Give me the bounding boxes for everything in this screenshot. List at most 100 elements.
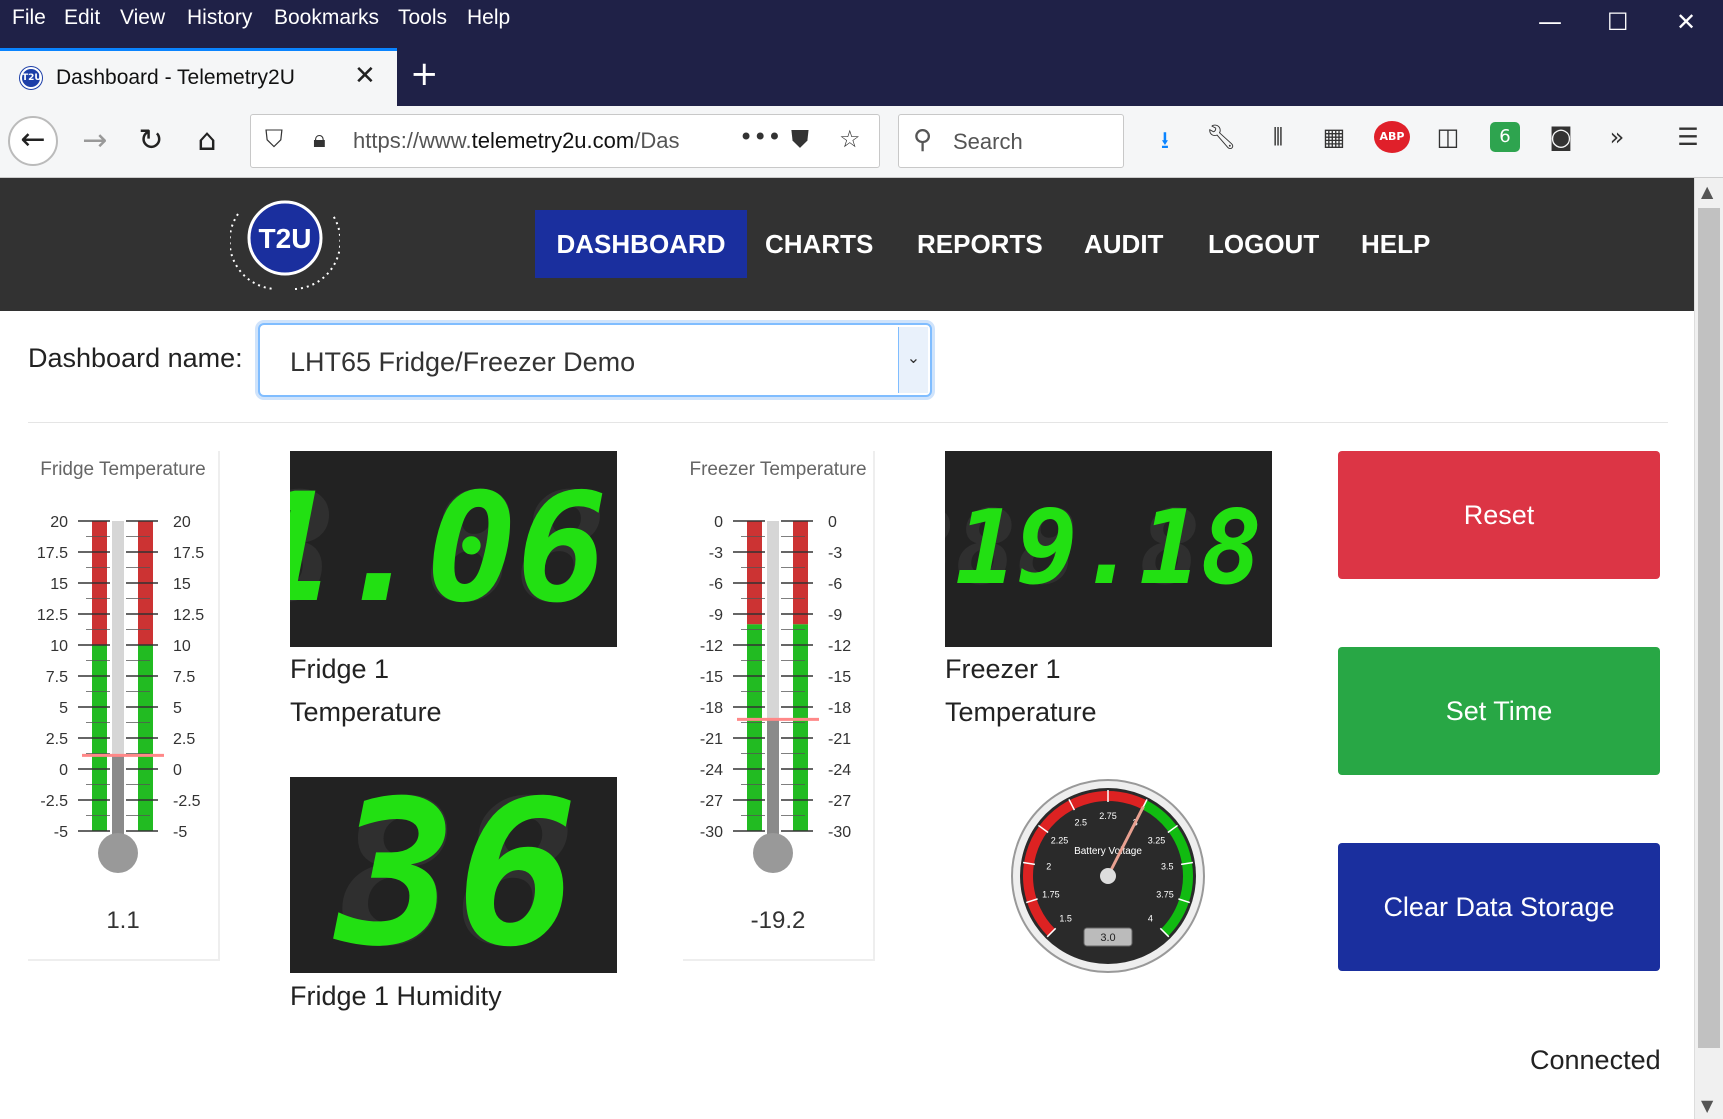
tick-label-left: 12.5 bbox=[37, 607, 68, 624]
menu-bookmarks[interactable]: Bookmarks bbox=[274, 6, 379, 30]
freezer-temperature-label-line1: Freezer 1 bbox=[945, 654, 1061, 684]
extension-badge-icon[interactable]: 6 bbox=[1490, 122, 1520, 152]
tab-dashboard[interactable]: T2U Dashboard - Telemetry2U ✕ bbox=[0, 48, 397, 106]
nav-dashboard[interactable]: DASHBOARD bbox=[535, 210, 747, 278]
menu-view[interactable]: View bbox=[120, 6, 165, 30]
shield-icon[interactable]: ⛉ bbox=[265, 125, 283, 153]
page-scrollbar[interactable]: ▲ ▼ bbox=[1694, 178, 1723, 1119]
tick-label-right: 20 bbox=[173, 514, 191, 531]
container-icon[interactable]: ◙ bbox=[1543, 123, 1579, 151]
tick-label-right: 12.5 bbox=[173, 607, 204, 624]
menu-tools[interactable]: Tools bbox=[398, 6, 447, 30]
lock-icon[interactable]: 🔒︎ bbox=[313, 125, 326, 153]
tick-label-right: -2.5 bbox=[173, 793, 201, 810]
thermometer-bulb bbox=[98, 833, 138, 873]
tick-label-left: 20 bbox=[50, 514, 68, 531]
menu-history[interactable]: History bbox=[187, 6, 252, 30]
tick-label-left: 0 bbox=[59, 762, 68, 779]
tick-label-right: -27 bbox=[828, 793, 851, 810]
nav-help[interactable]: HELP bbox=[1343, 210, 1448, 278]
tick-label-right: 0 bbox=[173, 762, 182, 779]
adblock-icon[interactable]: ABP bbox=[1374, 121, 1410, 153]
telemetry2u-logo[interactable]: T2U bbox=[230, 194, 340, 294]
tick-label-right: 5 bbox=[173, 700, 182, 717]
tick-label-left: -9 bbox=[709, 607, 723, 624]
search-icon: ⚲ bbox=[913, 125, 933, 155]
tick-label-right: -5 bbox=[173, 824, 187, 841]
connection-status: Connected bbox=[1530, 1045, 1661, 1075]
gauge-readout: 3.0 bbox=[1100, 932, 1115, 944]
tick-label-right: 7.5 bbox=[173, 669, 195, 686]
thermometer-bulb bbox=[753, 833, 793, 873]
wrench-icon[interactable]: 🔧︎ bbox=[1203, 123, 1239, 151]
sidebar-icon[interactable]: ◫ bbox=[1430, 123, 1466, 151]
close-tab-icon[interactable]: ✕ bbox=[354, 61, 376, 91]
reset-button[interactable]: Reset bbox=[1338, 451, 1660, 579]
download-icon[interactable]: ⭳ bbox=[1147, 123, 1183, 164]
freezer-temperature-lcd: 888.88 -19.18 bbox=[945, 451, 1272, 647]
menu-help[interactable]: Help bbox=[467, 6, 510, 30]
tick-label-right: -18 bbox=[828, 700, 851, 717]
nav-toolbar: ← → ↻ ⌂ ⛉ 🔒︎ https://www.telemetry2u.com… bbox=[0, 106, 1723, 178]
scroll-down-icon[interactable]: ▼ bbox=[1701, 1096, 1713, 1115]
tick-label-right: -30 bbox=[828, 824, 851, 841]
fridge-thermometer-title: Fridge Temperature bbox=[40, 459, 206, 480]
chevron-down-icon[interactable]: ⌄ bbox=[898, 327, 928, 393]
forward-button[interactable]: → bbox=[70, 116, 120, 166]
hamburger-menu-icon[interactable]: ☰ bbox=[1670, 123, 1706, 151]
gauge-tick-label: 2.75 bbox=[1099, 811, 1117, 821]
gauge-tick-label: 3.5 bbox=[1161, 862, 1174, 872]
gauge-tick-label: 1.5 bbox=[1059, 913, 1072, 923]
overflow-chevron-icon[interactable]: » bbox=[1599, 123, 1635, 151]
nav-reports[interactable]: REPORTS bbox=[899, 210, 1061, 278]
fridge-humidity-label: Fridge 1 Humidity bbox=[290, 981, 502, 1011]
freezer-thermometer-gauge: 0 0 -3 -3 -6 -6 -9 -9 -12 -12 -15 -15 -18 -18 -21 -21 -2… bbox=[700, 514, 851, 873]
home-button[interactable]: ⌂ bbox=[182, 116, 232, 166]
url-text[interactable]: https://www.telemetry2u.com/Das bbox=[353, 128, 733, 154]
qr-code-icon[interactable]: ▦ bbox=[1316, 123, 1352, 151]
menu-edit[interactable]: Edit bbox=[64, 6, 100, 30]
tick-label-left: -5 bbox=[54, 824, 68, 841]
search-bar[interactable]: ⚲ Search bbox=[898, 114, 1124, 168]
tick-label-right: -24 bbox=[828, 762, 851, 779]
dashboard-select[interactable]: LHT65 Fridge/Freezer Demo ⌄ bbox=[258, 323, 932, 397]
freezer-thermometer: Freezer Temperature 0 0 -3 -3 -6 -6 -9 -9 -12 -12… bbox=[683, 451, 875, 961]
close-window-icon[interactable]: ✕ bbox=[1676, 8, 1696, 36]
set-time-button[interactable]: Set Time bbox=[1338, 647, 1660, 775]
tab-bar: T2U Dashboard - Telemetry2U ✕ + bbox=[0, 48, 1723, 106]
url-bar[interactable]: ⛉ 🔒︎ https://www.telemetry2u.com/Das •••… bbox=[250, 114, 880, 168]
clear-data-storage-button[interactable]: Clear Data Storage bbox=[1338, 843, 1660, 971]
tick-label-left: 0 bbox=[714, 514, 723, 531]
library-icon[interactable]: ⫴ bbox=[1260, 123, 1296, 151]
tick-label-left: -30 bbox=[700, 824, 723, 841]
tick-label-right: 2.5 bbox=[173, 731, 195, 748]
thermometer-level bbox=[767, 719, 779, 851]
tick-label-right: -15 bbox=[828, 669, 851, 686]
tick-label-left: 10 bbox=[50, 638, 68, 655]
tick-label-left: 2.5 bbox=[46, 731, 68, 748]
tick-label-left: 7.5 bbox=[46, 669, 68, 686]
fridge-thermometer-reading: 1.1 bbox=[106, 907, 140, 934]
fridge-temperature-label-line2: Temperature bbox=[290, 697, 442, 727]
scroll-thumb[interactable] bbox=[1698, 208, 1720, 1048]
tick-label-right: 10 bbox=[173, 638, 191, 655]
scroll-up-icon[interactable]: ▲ bbox=[1701, 182, 1713, 201]
new-tab-icon[interactable]: + bbox=[410, 54, 439, 94]
gauge-tick-label: 1.75 bbox=[1042, 890, 1060, 900]
nav-audit[interactable]: AUDIT bbox=[1066, 210, 1181, 278]
nav-charts[interactable]: CHARTS bbox=[747, 210, 891, 278]
reload-button[interactable]: ↻ bbox=[126, 116, 176, 166]
bookmark-star-icon[interactable]: ☆ bbox=[839, 125, 861, 153]
nav-logout[interactable]: LOGOUT bbox=[1190, 210, 1337, 278]
back-button[interactable]: ← bbox=[8, 116, 58, 166]
minimize-icon[interactable]: — bbox=[1538, 8, 1562, 36]
tick-label-left: -6 bbox=[709, 576, 723, 593]
pocket-icon[interactable]: ⛊ bbox=[791, 125, 809, 153]
page-actions-icon[interactable]: ••• bbox=[739, 123, 781, 151]
logo-text: T2U bbox=[259, 223, 312, 254]
freezer-thermometer-reading: -19.2 bbox=[750, 907, 806, 934]
site-header: T2U DASHBOARD CHARTS REPORTS AUDIT LOGOU… bbox=[0, 178, 1694, 311]
fridge-thermometer-gauge: 20 20 17.5 17.5 15 15 12.5 12.5 10 10 7.5 7.5 5 5 2.5 2… bbox=[37, 514, 204, 873]
menu-file[interactable]: File bbox=[12, 6, 46, 30]
maximize-icon[interactable]: ☐ bbox=[1607, 8, 1629, 36]
